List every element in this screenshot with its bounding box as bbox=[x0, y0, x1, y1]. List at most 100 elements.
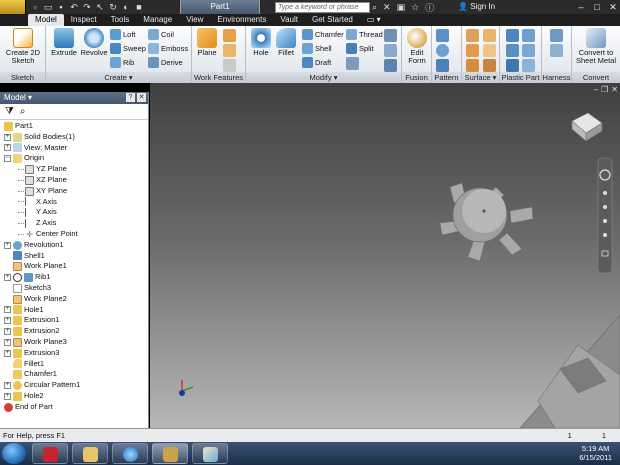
circular-pattern-icon[interactable] bbox=[436, 44, 449, 57]
taskbar-app-red[interactable] bbox=[32, 443, 68, 464]
tree-item-z-axis[interactable]: Z Axis bbox=[0, 218, 148, 229]
tree-item-extrusion3[interactable]: + Extrusion3 bbox=[0, 348, 148, 359]
revolve-button[interactable]: Revolve bbox=[79, 28, 109, 57]
fillet-button[interactable]: Fillet bbox=[273, 28, 299, 57]
graphics-viewport[interactable]: – ❐ ✕ bbox=[150, 83, 620, 428]
snap-fit-icon[interactable] bbox=[506, 44, 519, 57]
tree-item-chamfer1[interactable]: Chamfer1 bbox=[0, 369, 148, 380]
ribbon-options-icon[interactable]: ▭ ▾ bbox=[360, 14, 388, 26]
maximize-button[interactable]: □ bbox=[592, 2, 602, 12]
info-icon[interactable]: ⓘ bbox=[425, 1, 434, 14]
tree-item-extrusion1[interactable]: + Extrusion1 bbox=[0, 315, 148, 326]
tab-model[interactable]: Model bbox=[28, 14, 64, 26]
move-face-icon[interactable] bbox=[384, 29, 397, 42]
connector-icon[interactable] bbox=[550, 44, 563, 57]
shell-button[interactable]: Shell bbox=[302, 42, 332, 55]
sculpt-icon[interactable] bbox=[466, 44, 479, 57]
close-button[interactable]: ✕ bbox=[608, 2, 618, 13]
part-solid[interactable] bbox=[519, 314, 620, 428]
convert-to-sheet-metal-button[interactable]: Convert to Sheet Metal bbox=[574, 28, 618, 65]
draft-button[interactable]: Draft bbox=[302, 56, 331, 69]
tree-item-work-plane1[interactable]: Work Plane1 bbox=[0, 261, 148, 272]
subscription-icon[interactable]: ▣ bbox=[397, 2, 406, 13]
tree-item-rib1[interactable]: + Rib1 bbox=[0, 272, 148, 283]
tree-item-hole2[interactable]: + Hole2 bbox=[0, 391, 148, 402]
filter-icon[interactable]: ⧩ bbox=[5, 106, 14, 117]
color-icon[interactable]: ■ bbox=[134, 2, 144, 12]
select-icon[interactable]: ↖ bbox=[95, 2, 105, 12]
tree-item-xy-plane[interactable]: XY Plane bbox=[0, 186, 148, 197]
tree-item-xz-plane[interactable]: XZ Plane bbox=[0, 175, 148, 186]
tools-icon[interactable]: ✕ bbox=[383, 2, 391, 13]
tree-item-center-point[interactable]: ✛ Center Point bbox=[0, 229, 148, 240]
thicken-icon[interactable] bbox=[466, 29, 479, 42]
material-icon[interactable]: ◐ bbox=[121, 2, 131, 12]
thread-button[interactable]: Thread bbox=[346, 28, 383, 41]
tab-view[interactable]: View bbox=[179, 14, 210, 26]
tree-item-y-axis[interactable]: Y Axis bbox=[0, 207, 148, 218]
tree-item-sketch3[interactable]: Sketch3 bbox=[0, 283, 148, 294]
expand-icon[interactable]: + bbox=[4, 144, 11, 152]
copy-object-icon[interactable] bbox=[384, 44, 397, 57]
tab-vault[interactable]: Vault bbox=[273, 14, 305, 26]
find-icon[interactable]: ⌕ bbox=[20, 106, 26, 117]
extrude-button[interactable]: Extrude bbox=[49, 28, 79, 57]
redo-icon[interactable]: ↷ bbox=[82, 2, 92, 12]
axis-icon[interactable] bbox=[223, 29, 236, 42]
open-icon[interactable]: ▭ bbox=[43, 2, 53, 12]
taskbar-inventor[interactable] bbox=[152, 443, 188, 464]
tab-environments[interactable]: Environments bbox=[210, 14, 273, 26]
tree-item-origin[interactable]: − Origin bbox=[0, 153, 148, 164]
tree-item-yz-plane[interactable]: YZ Plane bbox=[0, 164, 148, 175]
coil-button[interactable]: Coil bbox=[148, 28, 174, 41]
system-clock[interactable]: 5:19 AM 6/15/2011 bbox=[579, 444, 612, 462]
ucs-icon[interactable] bbox=[223, 59, 236, 72]
expand-icon[interactable]: + bbox=[4, 241, 11, 249]
expand-icon[interactable]: + bbox=[4, 306, 11, 314]
rest-icon[interactable] bbox=[522, 44, 535, 57]
rectangular-pattern-icon[interactable] bbox=[436, 29, 449, 42]
start-button[interactable] bbox=[2, 443, 26, 464]
tree-item-fillet1[interactable]: Fillet1 bbox=[0, 359, 148, 370]
point-icon[interactable] bbox=[223, 44, 236, 57]
browser-help-icon[interactable]: ? bbox=[126, 93, 135, 102]
tree-item-part1[interactable]: Part1 bbox=[0, 121, 148, 132]
edit-form-button[interactable]: Edit Form bbox=[404, 28, 430, 65]
tab-get-started[interactable]: Get Started bbox=[305, 14, 360, 26]
expand-icon[interactable]: + bbox=[4, 317, 11, 325]
tab-manage[interactable]: Manage bbox=[136, 14, 179, 26]
update-icon[interactable]: ↻ bbox=[108, 2, 118, 12]
tree-item-view-master[interactable]: + View: Master bbox=[0, 143, 148, 154]
tree-item-shell1[interactable]: Shell1 bbox=[0, 251, 148, 262]
gear-part[interactable] bbox=[439, 182, 534, 262]
rib-button[interactable]: Rib bbox=[110, 56, 134, 69]
grill-icon[interactable] bbox=[506, 29, 519, 42]
tab-tools[interactable]: Tools bbox=[104, 14, 137, 26]
split-button[interactable]: Split bbox=[346, 42, 374, 55]
navigation-bar[interactable] bbox=[597, 157, 613, 274]
expand-icon[interactable]: + bbox=[4, 338, 11, 346]
delete-face-icon[interactable] bbox=[384, 59, 397, 72]
application-menu-button[interactable] bbox=[0, 0, 26, 14]
tree-item-x-axis[interactable]: X Axis bbox=[0, 197, 148, 208]
tree-item-solid-bodies[interactable]: + Solid Bodies(1) bbox=[0, 132, 148, 143]
combine-icon[interactable] bbox=[346, 57, 359, 70]
taskbar-explorer[interactable] bbox=[72, 443, 108, 464]
viewcube-icon[interactable] bbox=[571, 112, 603, 142]
sign-in-link[interactable]: 👤 Sign In bbox=[458, 0, 495, 14]
new-icon[interactable]: ▫ bbox=[30, 2, 40, 12]
loft-button[interactable]: Loft bbox=[110, 28, 136, 41]
plane-button[interactable]: Plane bbox=[195, 28, 219, 57]
tree-item-extrusion2[interactable]: + Extrusion2 bbox=[0, 326, 148, 337]
chamfer-button[interactable]: Chamfer bbox=[302, 28, 344, 41]
expand-icon[interactable]: + bbox=[4, 274, 11, 282]
mirror-icon[interactable] bbox=[436, 59, 449, 72]
minimize-button[interactable]: – bbox=[576, 2, 586, 12]
boss-icon[interactable] bbox=[522, 29, 535, 42]
expand-icon[interactable]: + bbox=[4, 392, 11, 400]
expand-icon[interactable]: + bbox=[4, 382, 11, 390]
taskbar-internet-explorer[interactable] bbox=[112, 443, 148, 464]
browser-title[interactable]: Model ▾ bbox=[4, 93, 32, 102]
tab-inspect[interactable]: Inspect bbox=[64, 14, 104, 26]
browser-close-icon[interactable]: ✕ bbox=[137, 93, 146, 102]
